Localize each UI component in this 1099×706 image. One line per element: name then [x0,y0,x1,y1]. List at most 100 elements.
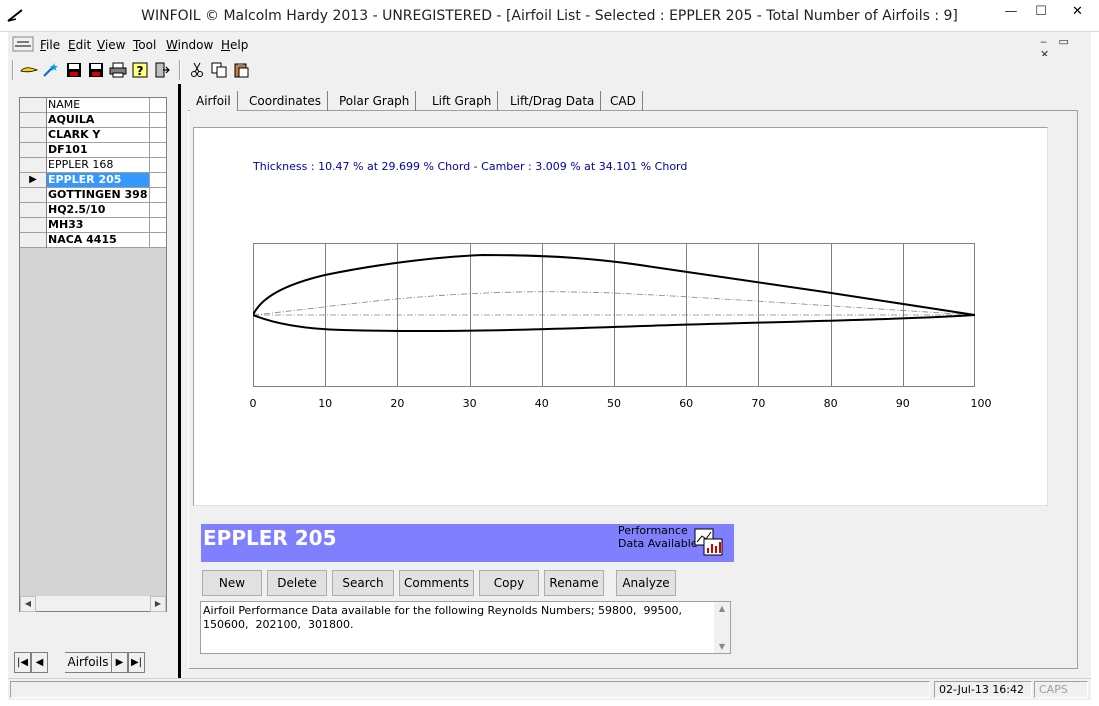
delete-button[interactable]: Delete [267,570,327,596]
row-indicator[interactable] [20,143,47,158]
tab-lift-graph[interactable]: Lift Graph [426,91,499,111]
table-row[interactable]: HQ2.5/10 [20,203,166,218]
row-indicator[interactable] [20,98,47,113]
cut-icon[interactable] [187,60,207,80]
menu-help[interactable]: Help [221,37,248,53]
menu-window[interactable]: Window [166,37,213,53]
help-icon[interactable]: ? [130,60,150,80]
airfoil-name-cell[interactable]: CLARK Y [47,128,150,143]
nav-last-button[interactable]: ▶| [128,652,145,673]
row-indicator[interactable] [20,113,47,128]
row-indicator[interactable] [20,128,47,143]
wand-icon[interactable] [41,60,61,80]
window-frame-bottom [0,700,1099,706]
airfoil-name-cell[interactable]: DF101 [47,143,150,158]
grid-cell-empty [150,233,166,248]
x-tick-label: 60 [679,397,694,410]
mdi-window-controls[interactable]: ‒ ▭ ✕ [1040,35,1090,61]
menu-accelerator: F [40,38,47,52]
menu-accelerator: W [166,38,178,52]
performance-info-textbox[interactable]: Airfoil Performance Data available for t… [200,601,731,654]
status-datetime: 02-Jul-13 16:42 [934,681,1032,698]
airfoil-name-cell[interactable]: GOTTINGEN 398 [47,188,150,203]
new-button[interactable]: New [202,570,262,596]
save-icon[interactable] [64,60,84,80]
table-row[interactable]: EPPLER 168 [20,158,166,173]
table-row[interactable]: DF101 [20,143,166,158]
performance-chart-icon[interactable] [694,528,724,556]
x-tick-label: 40 [534,397,549,410]
search-button[interactable]: Search [332,570,394,596]
grid-cell-empty [150,98,166,113]
paste-icon[interactable] [231,60,251,80]
grid-header-row[interactable]: NAME [20,98,166,113]
maximize-button[interactable]: ☐ [1026,0,1056,26]
grid-horizontal-scrollbar[interactable]: ◀ ▶ [20,595,166,612]
row-indicator[interactable] [20,218,47,233]
x-tick-label: 80 [823,397,838,410]
tab-coordinates[interactable]: Coordinates [243,91,329,111]
analyze-button[interactable]: Analyze [616,570,676,596]
row-indicator[interactable] [20,233,47,248]
nav-label: Airfoils [65,652,111,673]
scroll-right-icon[interactable]: ▶ [150,596,166,612]
tab-lift-drag-data[interactable]: Lift/Drag Data [504,91,602,111]
airfoil-list-grid[interactable]: NAME AQUILA CLARK Y DF101 EPPLER 168 ▶ EPPLER … [19,97,167,612]
rename-button[interactable]: Rename [544,570,604,596]
table-row[interactable]: AQUILA [20,113,166,128]
grid-cell-empty [150,113,166,128]
airfoil-name-cell[interactable]: NAME [47,98,150,113]
x-tick-label: 50 [607,397,621,410]
exit-icon[interactable] [152,60,172,80]
window-frame-right [1091,32,1099,706]
row-indicator[interactable] [20,203,47,218]
table-row[interactable]: NACA 4415 [20,233,166,248]
splitter-bar[interactable] [178,84,181,678]
menu-file[interactable]: File [40,37,60,53]
comments-button[interactable]: Comments [399,570,474,596]
row-indicator[interactable] [20,188,47,203]
airfoil-name-cell[interactable]: EPPLER 205 [47,173,150,188]
scroll-down-icon[interactable]: ▼ [714,642,730,651]
copy-button[interactable]: Copy [479,570,539,596]
save-as-icon[interactable] [86,60,106,80]
tab-airfoil[interactable]: Airfoil [190,91,238,111]
row-indicator[interactable] [20,158,47,173]
nav-next-button[interactable]: ▶ [111,652,128,673]
minimize-button[interactable]: — [996,0,1026,26]
tab-cad[interactable]: CAD [604,91,643,111]
menu-view[interactable]: View [97,37,125,53]
scroll-up-icon[interactable]: ▲ [714,604,730,613]
performance-info-text: Airfoil Performance Data available for t… [203,604,683,631]
close-button[interactable]: ✕ [1056,0,1099,26]
info-vertical-scrollbar[interactable]: ▲ ▼ [714,602,730,653]
airfoil-name-cell[interactable]: AQUILA [47,113,150,128]
tab-polar-graph[interactable]: Polar Graph [333,91,417,111]
menu-tool[interactable]: Tool [133,37,156,53]
scroll-left-icon[interactable]: ◀ [20,596,36,612]
menu-edit[interactable]: Edit [68,37,91,53]
nav-first-button[interactable]: |◀ [14,652,31,673]
child-window-icon[interactable] [12,36,34,52]
airfoil-name-cell[interactable]: EPPLER 168 [47,158,150,173]
thickness-camber-info: Thickness : 10.47 % at 29.699 % Chord - … [253,160,688,173]
table-row[interactable]: ▶ EPPLER 205 [20,173,166,188]
print-icon[interactable] [108,60,128,80]
grid-cell-empty [150,143,166,158]
airfoil-name-cell[interactable]: NACA 4415 [47,233,150,248]
status-caps: CAPS [1034,681,1088,698]
table-row[interactable]: MH33 [20,218,166,233]
toolbar-grip [12,60,14,80]
nav-prev-button[interactable]: ◀ [31,652,48,673]
status-message [10,681,930,698]
airfoil-name-cell[interactable]: HQ2.5/10 [47,203,150,218]
row-indicator[interactable]: ▶ [20,173,47,188]
table-row[interactable]: CLARK Y [20,128,166,143]
window-title: WINFOIL © Malcolm Hardy 2013 - UNREGISTE… [141,8,958,24]
x-tick-label: 20 [390,397,405,410]
table-row[interactable]: GOTTINGEN 398 [20,188,166,203]
menu-accelerator: T [133,38,139,52]
airfoil-name-cell[interactable]: MH33 [47,218,150,233]
copy-icon[interactable] [209,60,229,80]
airfoil-icon[interactable] [19,60,39,80]
